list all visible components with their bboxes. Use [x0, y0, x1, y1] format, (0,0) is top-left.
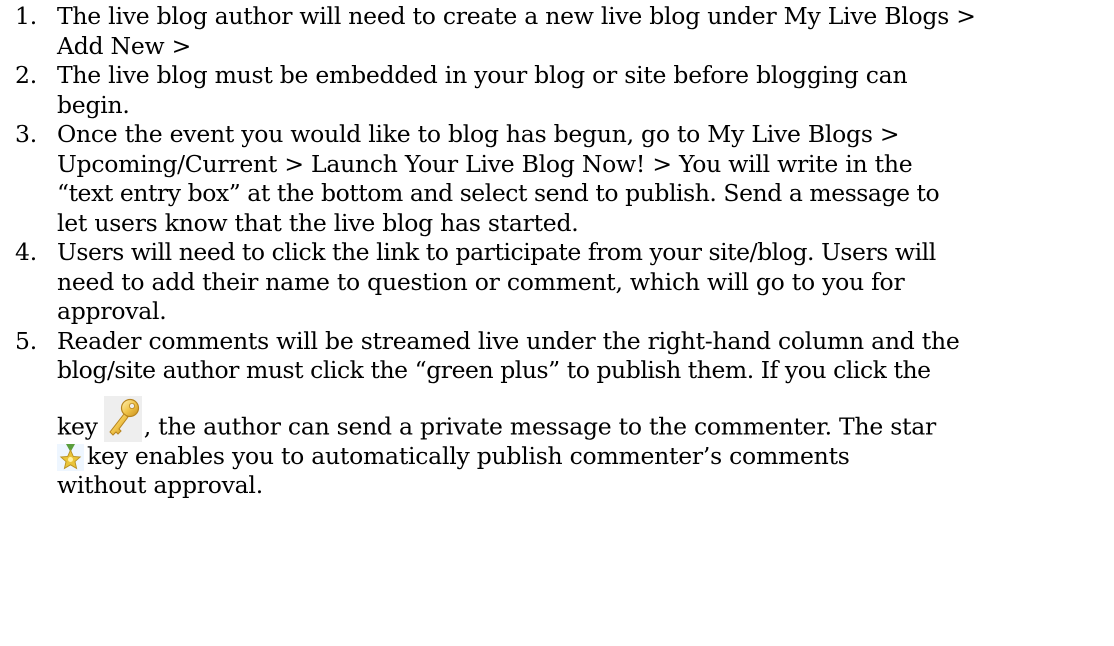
star-badge-icon: [57, 444, 84, 471]
key-line-before: key: [57, 412, 98, 440]
step-1: 1. The live blog author will need to cre…: [0, 2, 1110, 61]
step-text-line: blog/site author must click the “green p…: [57, 356, 931, 384]
step-5: 5. Reader comments will be streamed live…: [0, 327, 1110, 501]
step-text-line: Add New >: [57, 31, 192, 60]
step-text-line: The live blog must be embedded in your b…: [57, 61, 908, 89]
key-icon-line: key , the author can send a private mess…: [57, 386, 1110, 442]
step-3: 3. Once the event you would like to blog…: [0, 120, 1110, 238]
step-text-line: let users know that the live blog has st…: [57, 208, 579, 237]
step-text-line: The live blog author will need to create…: [57, 2, 976, 30]
step-number: 2.: [15, 61, 37, 89]
step-text-line: without approval.: [57, 471, 263, 499]
key-icon: [103, 395, 142, 442]
step-text-line: Users will need to click the link to par…: [57, 238, 936, 266]
step-text-line: begin.: [57, 90, 130, 119]
steps-list: 1. The live blog author will need to cre…: [0, 2, 1110, 501]
step-text-line: Once the event you would like to blog ha…: [57, 120, 900, 148]
step-number: 3.: [15, 120, 37, 148]
step-text-line: need to add their name to question or co…: [57, 267, 905, 296]
star-line-after: key enables you to automatically publish…: [87, 441, 850, 470]
step-text-line: Upcoming/Current > Launch Your Live Blog…: [57, 149, 913, 178]
step-number: 5.: [15, 326, 37, 355]
step-2: 2. The live blog must be embedded in you…: [0, 61, 1110, 120]
step-text-line: “text entry box” at the bottom and selec…: [57, 179, 940, 207]
key-line-after: , the author can send a private message …: [143, 412, 937, 440]
star-icon-line: key enables you to automatically publish…: [57, 441, 1110, 471]
step-number: 1.: [15, 2, 37, 30]
step-text-line: Reader comments will be streamed live un…: [57, 326, 960, 355]
step-text-line: approval.: [57, 297, 167, 325]
step-number: 4.: [15, 238, 37, 266]
instructions-document: 1. The live blog author will need to cre…: [0, 0, 1114, 646]
step-4: 4. Users will need to click the link to …: [0, 238, 1110, 327]
